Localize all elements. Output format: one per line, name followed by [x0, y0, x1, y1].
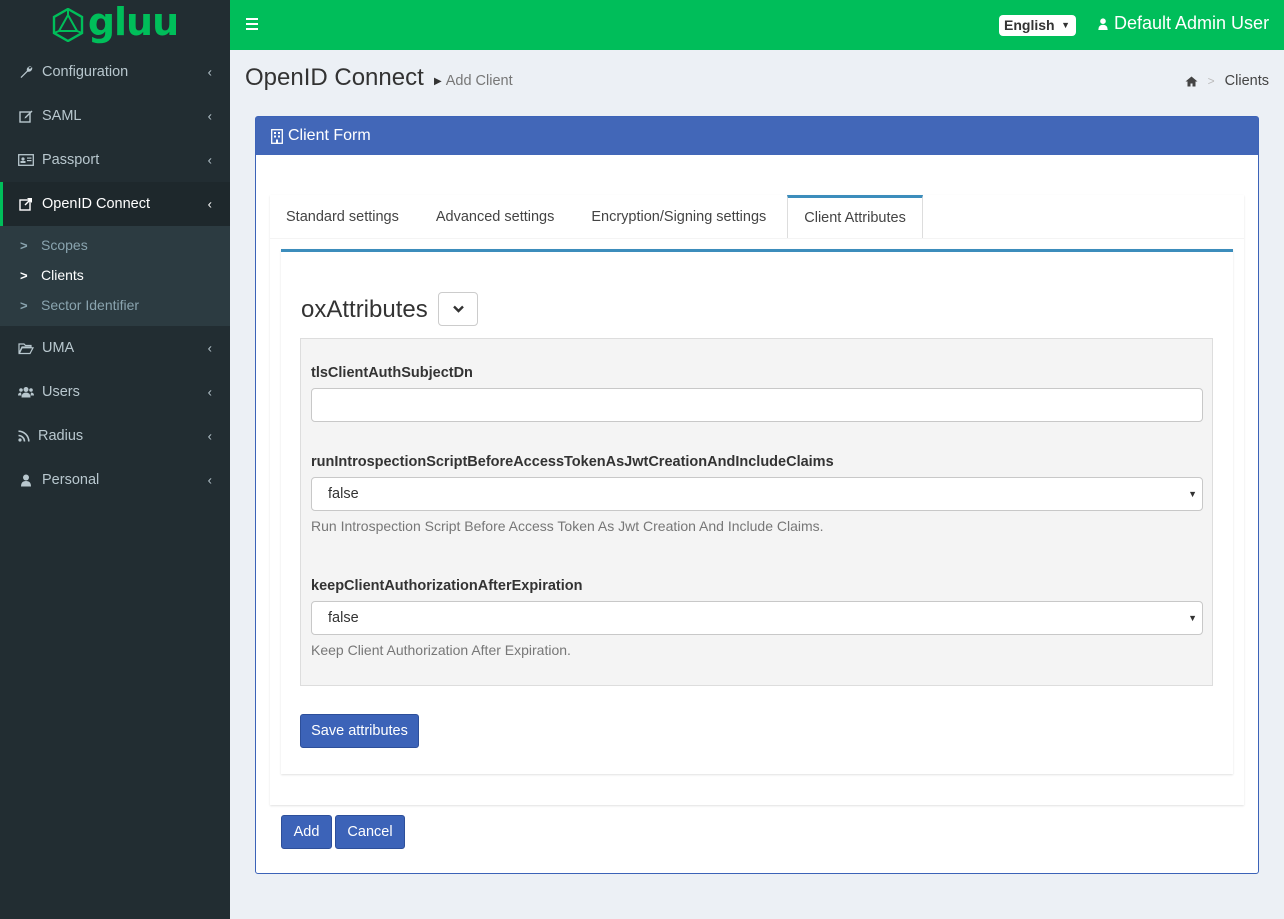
logo-text: gluu [87, 0, 179, 44]
tab-encryption-signing-settings[interactable]: Encryption/Signing settings [570, 195, 782, 238]
tab-standard-settings[interactable]: Standard settings [270, 195, 415, 238]
chevron-left-icon: ‹ [207, 152, 212, 168]
users-icon [17, 385, 35, 399]
external-link-icon [17, 197, 35, 211]
sidebar-item-personal[interactable]: Personal ‹ [0, 458, 230, 502]
gluu-logo[interactable]: gluu [0, 0, 230, 50]
breadcrumb: > Clients [1185, 73, 1269, 89]
field-label-tls-client-auth-subject-dn: tlsClientAuthSubjectDn [311, 365, 473, 381]
save-attributes-button[interactable]: Save attributes [300, 714, 419, 748]
tab-advanced-settings[interactable]: Advanced settings [415, 195, 571, 238]
field-help-keep-client-authorization: Keep Client Authorization After Expirati… [311, 642, 571, 658]
chevron-left-icon: ‹ [207, 428, 212, 444]
sidebar-subitem-label: Clients [41, 267, 84, 283]
user-name: Default Admin User [1114, 13, 1270, 33]
rss-icon [17, 429, 31, 443]
user-menu[interactable]: Default Admin User [1098, 13, 1269, 34]
home-icon[interactable] [1185, 76, 1198, 87]
sidebar-item-openid-connect[interactable]: OpenID Connect ‹ [0, 182, 230, 226]
sidebar-item-saml[interactable]: SAML ‹ [0, 94, 230, 138]
sidebar-item-label: UMA [42, 340, 75, 356]
sidebar-item-label: SAML [42, 108, 82, 124]
chevron-left-icon: ‹ [207, 340, 212, 356]
building-icon [271, 128, 283, 144]
sidebar-item-label: Configuration [42, 64, 129, 80]
sidebar-item-label: OpenID Connect [42, 196, 151, 212]
edit-icon [17, 109, 35, 123]
chevron-left-icon: ‹ [207, 108, 212, 124]
oxattributes-toggle-button[interactable] [438, 292, 478, 326]
keep-client-authorization-select[interactable]: false ▼ [311, 601, 1203, 635]
wrench-icon [17, 65, 35, 79]
tab-client-attributes[interactable]: Client Attributes [787, 195, 923, 238]
page-subtitle: ▶ Add Client [434, 73, 513, 89]
language-select[interactable]: English ▼ [999, 15, 1076, 36]
oxattributes-fields: tlsClientAuthSubjectDn runIntrospectionS… [300, 338, 1213, 686]
caret-right-icon: ▶ [434, 75, 442, 87]
select-value: false [328, 610, 359, 626]
sidebar-item-label: Passport [42, 152, 100, 168]
sidebar: gluu Configuration ‹ SAML ‹ Passport ‹ O… [0, 0, 230, 919]
chevron-down-icon: ‹ [207, 196, 212, 212]
chevron-right-icon: > [20, 297, 28, 313]
caret-down-icon: ▼ [1061, 20, 1070, 30]
page-title: OpenID Connect [245, 64, 424, 91]
client-form-header: Client Form [256, 117, 1258, 155]
sidebar-item-label: Users [42, 384, 80, 400]
field-help-run-introspection-script: Run Introspection Script Before Access T… [311, 518, 824, 534]
select-value: false [328, 486, 359, 502]
tabs-container: Standard settings Advanced settings Encr… [270, 195, 1244, 805]
sidebar-item-label: Radius [38, 428, 84, 444]
breadcrumb-clients[interactable]: Clients [1225, 73, 1269, 89]
tls-client-auth-subject-dn-input[interactable] [311, 388, 1203, 422]
page-subtitle-text: Add Client [445, 73, 513, 89]
sidebar-item-passport[interactable]: Passport ‹ [0, 138, 230, 182]
breadcrumb-separator: > [1207, 74, 1215, 88]
id-card-icon [17, 153, 35, 167]
tab-bar: Standard settings Advanced settings Encr… [270, 195, 1244, 239]
language-value: English [1004, 17, 1055, 33]
chevron-left-icon: ‹ [207, 64, 212, 80]
user-icon [1098, 17, 1108, 30]
sidebar-item-uma[interactable]: UMA ‹ [0, 326, 230, 370]
chevron-down-icon [452, 305, 464, 313]
chevron-right-icon: > [20, 237, 28, 253]
sidebar-subitem-clients[interactable]: > Clients [0, 260, 230, 290]
folder-open-icon [17, 341, 35, 355]
sidebar-item-configuration[interactable]: Configuration ‹ [0, 50, 230, 94]
run-introspection-script-select[interactable]: false ▼ [311, 477, 1203, 511]
client-attributes-panel: oxAttributes tlsClientAuthSubjectDn runI… [281, 249, 1233, 774]
client-form-title: Client Form [288, 127, 371, 144]
cancel-button[interactable]: Cancel [335, 815, 405, 849]
field-label-run-introspection-script: runIntrospectionScriptBeforeAccessTokenA… [311, 454, 834, 470]
chevron-right-icon: > [20, 267, 28, 283]
oxattributes-title: oxAttributes [301, 296, 428, 323]
select-arrow-icon: ▼ [1188, 489, 1197, 499]
add-button[interactable]: Add [281, 815, 332, 849]
sidebar-subitem-label: Sector Identifier [41, 297, 140, 313]
menu-toggle-icon[interactable] [246, 18, 258, 30]
sidebar-subitem-label: Scopes [41, 237, 88, 253]
chevron-left-icon: ‹ [207, 472, 212, 488]
sidebar-subitem-scopes[interactable]: > Scopes [0, 230, 230, 260]
client-form-box: Client Form Standard settings Advanced s… [255, 116, 1259, 874]
chevron-left-icon: ‹ [207, 384, 212, 400]
select-arrow-icon: ▼ [1188, 613, 1197, 623]
top-navbar: English ▼ Default Admin User [230, 0, 1284, 50]
field-label-keep-client-authorization: keepClientAuthorizationAfterExpiration [311, 578, 583, 594]
sidebar-item-label: Personal [42, 472, 100, 488]
openid-submenu: > Scopes > Clients > Sector Identifier [0, 226, 230, 326]
user-icon [17, 473, 35, 487]
gluu-logo-icon [52, 8, 84, 42]
sidebar-item-users[interactable]: Users ‹ [0, 370, 230, 414]
sidebar-subitem-sector-identifier[interactable]: > Sector Identifier [0, 290, 230, 320]
sidebar-item-radius[interactable]: Radius ‹ [0, 414, 230, 458]
